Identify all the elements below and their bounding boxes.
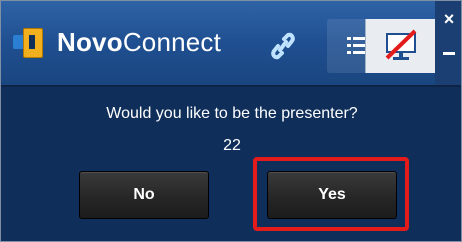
toolbar: NovoConnect ×: [1, 1, 461, 87]
screen-disabled-icon: [385, 29, 417, 60]
countdown-timer: 22: [223, 137, 241, 154]
brand-suffix: Connect: [122, 26, 222, 57]
presenter-question: Would you like to be the presenter?: [106, 105, 358, 122]
window-controls: ×: [435, 1, 461, 85]
brand-prefix: Novo: [57, 26, 123, 57]
link-icon: [271, 32, 295, 60]
minimize-icon: [443, 51, 455, 55]
close-icon: ×: [443, 8, 455, 29]
screen-share-button[interactable]: [365, 19, 436, 73]
app-window: NovoConnect × Would you like to be the p…: [0, 0, 462, 242]
logo-icon: [13, 25, 47, 59]
no-button[interactable]: No: [79, 171, 209, 219]
app-title: NovoConnect: [57, 27, 221, 58]
minimize-button[interactable]: [435, 41, 461, 65]
yes-button[interactable]: Yes: [267, 171, 397, 219]
link-button[interactable]: [251, 19, 315, 73]
brand: NovoConnect: [13, 19, 221, 65]
close-button[interactable]: ×: [435, 7, 461, 31]
